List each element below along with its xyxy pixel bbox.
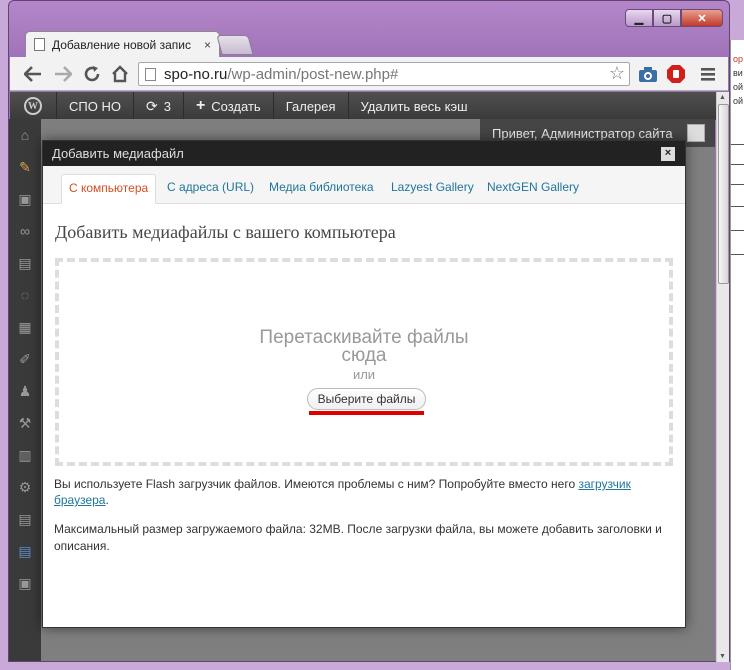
url-path: /wp-admin/post-new.php# — [227, 65, 399, 83]
dashboard-icon[interactable]: ⌂ — [17, 127, 33, 143]
maximize-button[interactable]: ▢ — [653, 9, 681, 27]
new-tab-button[interactable] — [216, 35, 254, 55]
add-media-dialog: Добавить медиафайл × С компьютера С адре… — [42, 140, 686, 628]
wordpress-logo[interactable]: W — [10, 92, 57, 120]
select-files-button[interactable]: Выберите файлы — [307, 388, 426, 410]
divider — [731, 206, 744, 207]
divider — [731, 144, 744, 145]
tab-lazyest-gallery[interactable]: Lazyest Gallery — [384, 174, 481, 204]
bookmark-star-icon[interactable]: ☆ — [609, 63, 625, 84]
settings-icon[interactable]: ▥ — [17, 447, 33, 463]
divider — [731, 184, 744, 185]
tab-from-computer[interactable]: С компьютера — [61, 174, 157, 204]
plugins-icon[interactable]: ⚙ — [17, 479, 33, 495]
page-icon — [34, 38, 45, 51]
back-arrow-icon[interactable] — [22, 63, 44, 85]
scroll-up-icon[interactable]: ▲ — [719, 94, 726, 101]
posts-icon[interactable]: ✎ — [17, 159, 33, 175]
new-content-link[interactable]: + Создать — [184, 92, 274, 120]
drop-zone[interactable]: Перетаскивайте файлы сюда или Выберите ф… — [55, 258, 673, 466]
divider — [731, 254, 744, 255]
background-text: ой — [733, 96, 744, 106]
window-controls: ▁ ▢ ✕ — [625, 9, 723, 27]
users-icon[interactable]: ♟ — [17, 383, 33, 399]
browser-toolbar: spo-no.ru/wp-admin/post-new.php# ☆ — [10, 57, 728, 91]
database-icon[interactable]: ▤ — [17, 543, 33, 559]
extra-icon[interactable]: ▣ — [17, 575, 33, 591]
divider — [731, 230, 744, 231]
tab-close-icon[interactable]: × — [204, 38, 211, 52]
dialog-close-icon[interactable]: × — [661, 147, 675, 161]
updates-link[interactable]: ⟳ 3 — [134, 92, 184, 120]
minimize-button[interactable]: ▁ — [625, 9, 653, 27]
background-text: ви — [733, 68, 743, 78]
url-host: spo-no.ru — [164, 65, 228, 83]
flash-note-text: Вы используете Flash загрузчик файлов. И… — [54, 477, 579, 491]
background-window: ор ви ой ой — [730, 40, 744, 670]
tab-from-url[interactable]: С адреса (URL) — [160, 174, 261, 204]
tab-media-library[interactable]: Медиа библиотека — [262, 174, 381, 204]
adblock-icon[interactable] — [666, 64, 686, 84]
browser-tab[interactable]: Добавление новой запис × — [25, 31, 220, 57]
plus-icon: + — [195, 97, 206, 114]
page-scrollbar[interactable]: ▲ ▼ — [716, 92, 729, 662]
media-source-tabs: С компьютера С адреса (URL) Медиа библио… — [43, 166, 685, 204]
background-text: ой — [733, 82, 744, 92]
flash-uploader-note: Вы используете Flash загрузчик файлов. И… — [54, 476, 666, 508]
comments-icon[interactable]: ◌ — [17, 287, 33, 303]
updates-icon: ⟳ — [145, 97, 158, 114]
drop-text-line: сюда — [341, 345, 387, 366]
close-window-button[interactable]: ✕ — [681, 9, 723, 27]
highlight-underline — [309, 411, 424, 415]
max-size-note: Максимальный размер загружаемого файла: … — [54, 522, 662, 553]
appearance-icon[interactable]: ✐ — [17, 351, 33, 367]
media-icon[interactable]: ▣ — [17, 191, 33, 207]
drop-instructions: Перетаскивайте файлы сюда — [59, 328, 669, 366]
updates-count: 3 — [163, 98, 171, 114]
avatar — [687, 124, 705, 142]
clear-cache-link[interactable]: Удалить весь кэш — [349, 92, 480, 120]
reload-icon[interactable] — [81, 63, 103, 85]
forward-arrow-icon[interactable] — [52, 63, 74, 85]
home-icon[interactable] — [109, 63, 131, 85]
wordpress-logo-icon: W — [24, 97, 42, 115]
tab-title: Добавление новой запис — [52, 37, 191, 52]
camera-extension-icon[interactable] — [638, 64, 658, 84]
drop-or-text: или — [352, 367, 376, 382]
wp-admin-sidebar: ⌂ ✎ ▣ ∞ ▤ ◌ ▦ ✐ ♟ ⚒ ▥ ⚙ ▤ ▤ ▣ — [9, 119, 41, 661]
dialog-header: Добавить медиафайл × — [43, 141, 685, 166]
wp-admin-bar: W СПО НО ⟳ 3 + Создать Галерея Удалить вес… — [10, 92, 716, 120]
address-bar[interactable]: spo-no.ru/wp-admin/post-new.php# ☆ — [138, 62, 630, 86]
dialog-title: Добавить медиафайл — [52, 146, 184, 161]
more-icon[interactable]: ▤ — [17, 511, 33, 527]
page-icon — [145, 67, 156, 81]
background-text: ор — [733, 54, 744, 64]
new-content-label: Создать — [211, 98, 261, 114]
gallery-icon[interactable]: ▦ — [17, 319, 33, 335]
tab-nextgen-gallery[interactable]: NextGEN Gallery — [480, 174, 586, 204]
scroll-down-icon[interactable]: ▼ — [719, 653, 726, 660]
menu-icon[interactable] — [698, 64, 718, 84]
gallery-link[interactable]: Галерея — [274, 92, 349, 120]
upload-heading: Добавить медиафайлы с вашего компьютера — [55, 222, 396, 242]
site-name-link[interactable]: СПО НО — [57, 92, 134, 120]
tools-icon[interactable]: ⚒ — [17, 415, 33, 431]
links-icon[interactable]: ∞ — [17, 223, 33, 239]
scroll-thumb[interactable] — [718, 104, 729, 284]
pages-icon[interactable]: ▤ — [17, 255, 33, 271]
greeting-text: Привет, Администратор сайта — [492, 125, 673, 141]
divider — [731, 164, 744, 165]
flash-note-end: . — [105, 493, 109, 507]
